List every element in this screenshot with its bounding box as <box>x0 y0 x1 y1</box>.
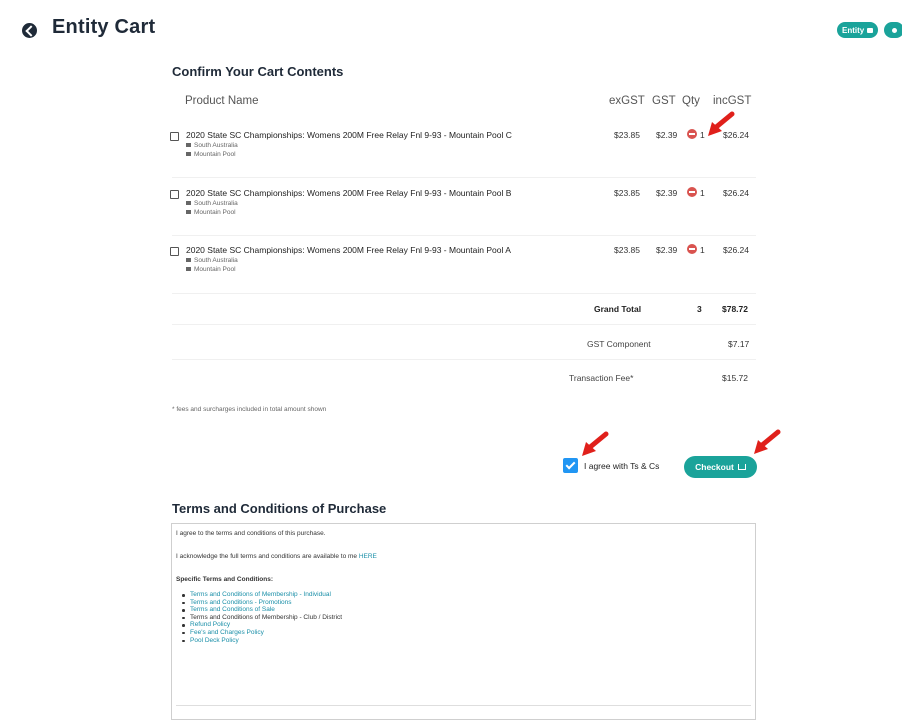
tag-icon <box>891 27 897 33</box>
grand-total-label: Grand Total <box>594 304 642 314</box>
item-gst: $2.39 <box>656 245 678 255</box>
product-region: South Australia <box>186 257 238 264</box>
divider <box>172 177 756 178</box>
terms-heading: Terms and Conditions of Purchase <box>172 501 387 516</box>
remove-item-icon[interactable] <box>687 244 697 254</box>
box-icon <box>170 190 179 199</box>
terms-link-refund[interactable]: Refund Policy <box>181 621 342 629</box>
annotation-arrow-icon <box>582 431 609 456</box>
briefcase-icon <box>867 27 874 33</box>
terms-link-promotions[interactable]: Terms and Conditions - Promotions <box>181 599 342 607</box>
product-club: Mountain Pool <box>186 151 236 158</box>
divider <box>172 235 756 236</box>
item-exgst: $23.85 <box>614 245 640 255</box>
terms-box[interactable]: I agree to the terms and conditions of t… <box>171 523 756 720</box>
terms-link-pool-deck[interactable]: Pool Deck Policy <box>181 637 342 645</box>
terms-list: Terms and Conditions of Membership - Ind… <box>181 591 343 645</box>
checkout-button-label: Checkout <box>695 462 734 472</box>
gst-component-label: GST Component <box>587 339 651 349</box>
terms-line-1: I agree to the terms and conditions of t… <box>176 530 326 537</box>
terms-line-2: I acknowledge the full terms and conditi… <box>176 553 377 560</box>
item-gst: $2.39 <box>656 130 678 140</box>
checkout-button[interactable]: Checkout <box>684 456 757 478</box>
terms-divider <box>176 705 751 706</box>
grand-total-value: $78.72 <box>722 304 748 314</box>
col-qty: Qty <box>682 95 700 107</box>
flag-icon <box>186 143 191 147</box>
terms-here-link[interactable]: HERE <box>359 553 377 560</box>
terms-specific-heading: Specific Terms and Conditions: <box>176 576 274 583</box>
divider <box>172 293 756 294</box>
col-incgst: incGST <box>713 95 752 107</box>
product-name: 2020 State SC Championships: Womens 200M… <box>186 130 512 140</box>
product-club: Mountain Pool <box>186 266 236 273</box>
col-product-name: Product Name <box>185 95 259 107</box>
user-icon <box>186 267 191 271</box>
item-qty: 1 <box>700 245 705 255</box>
divider <box>172 359 756 360</box>
item-exgst: $23.85 <box>614 188 640 198</box>
back-arrow-icon[interactable] <box>22 23 37 38</box>
agree-terms-label[interactable]: I agree with Ts & Cs <box>584 461 659 471</box>
entity-button-label: Entity <box>842 25 865 35</box>
tag-button[interactable] <box>884 22 902 38</box>
item-gst: $2.39 <box>656 188 678 198</box>
remove-item-icon[interactable] <box>687 129 697 139</box>
cart-item: 2020 State SC Championships: Womens 200M… <box>170 129 756 176</box>
cart-item: 2020 State SC Championships: Womens 200M… <box>170 187 756 234</box>
product-region: South Australia <box>186 200 238 207</box>
top-bar: Entity Cart Entity <box>0 0 902 60</box>
entity-button[interactable]: Entity <box>837 22 879 38</box>
fees-footnote: * fees and surcharges included in total … <box>172 406 327 413</box>
cart-icon <box>737 464 746 470</box>
product-name: 2020 State SC Championships: Womens 200M… <box>186 188 512 198</box>
cart-table-header: Product Name exGST GST Qty incGST <box>172 95 756 111</box>
remove-item-icon[interactable] <box>687 187 697 197</box>
item-qty: 1 <box>700 130 705 140</box>
item-exgst: $23.85 <box>614 130 640 140</box>
flag-icon <box>186 258 191 262</box>
transaction-fee-label: Transaction Fee* <box>569 373 634 383</box>
product-club: Mountain Pool <box>186 209 236 216</box>
grand-total-qty: 3 <box>697 304 702 314</box>
box-icon <box>170 132 179 141</box>
item-incgst: $26.24 <box>723 188 749 198</box>
page-title: Entity Cart <box>52 16 156 38</box>
agree-terms-checkbox[interactable] <box>563 458 578 473</box>
flag-icon <box>186 201 191 205</box>
col-exgst: exGST <box>609 95 645 107</box>
item-incgst: $26.24 <box>723 245 749 255</box>
terms-link-fees[interactable]: Fee's and Charges Policy <box>181 629 342 637</box>
annotation-arrow-icon <box>708 111 735 136</box>
gst-component-value: $7.17 <box>728 339 750 349</box>
box-icon <box>170 247 179 256</box>
product-region: South Australia <box>186 142 238 149</box>
annotation-arrow-icon <box>754 429 781 454</box>
terms-item-membership-club: Terms and Conditions of Membership - Clu… <box>181 613 343 621</box>
terms-link-sale[interactable]: Terms and Conditions of Sale <box>181 606 342 614</box>
col-gst: GST <box>652 95 676 107</box>
cart-item: 2020 State SC Championships: Womens 200M… <box>170 244 756 291</box>
divider <box>172 324 756 325</box>
terms-link-membership-individual[interactable]: Terms and Conditions of Membership - Ind… <box>181 591 342 599</box>
cart-heading: Confirm Your Cart Contents <box>172 64 344 79</box>
product-name: 2020 State SC Championships: Womens 200M… <box>186 245 511 255</box>
user-icon <box>186 152 191 156</box>
user-icon <box>186 210 191 214</box>
item-qty: 1 <box>700 188 705 198</box>
transaction-fee-value: $15.72 <box>722 373 748 383</box>
